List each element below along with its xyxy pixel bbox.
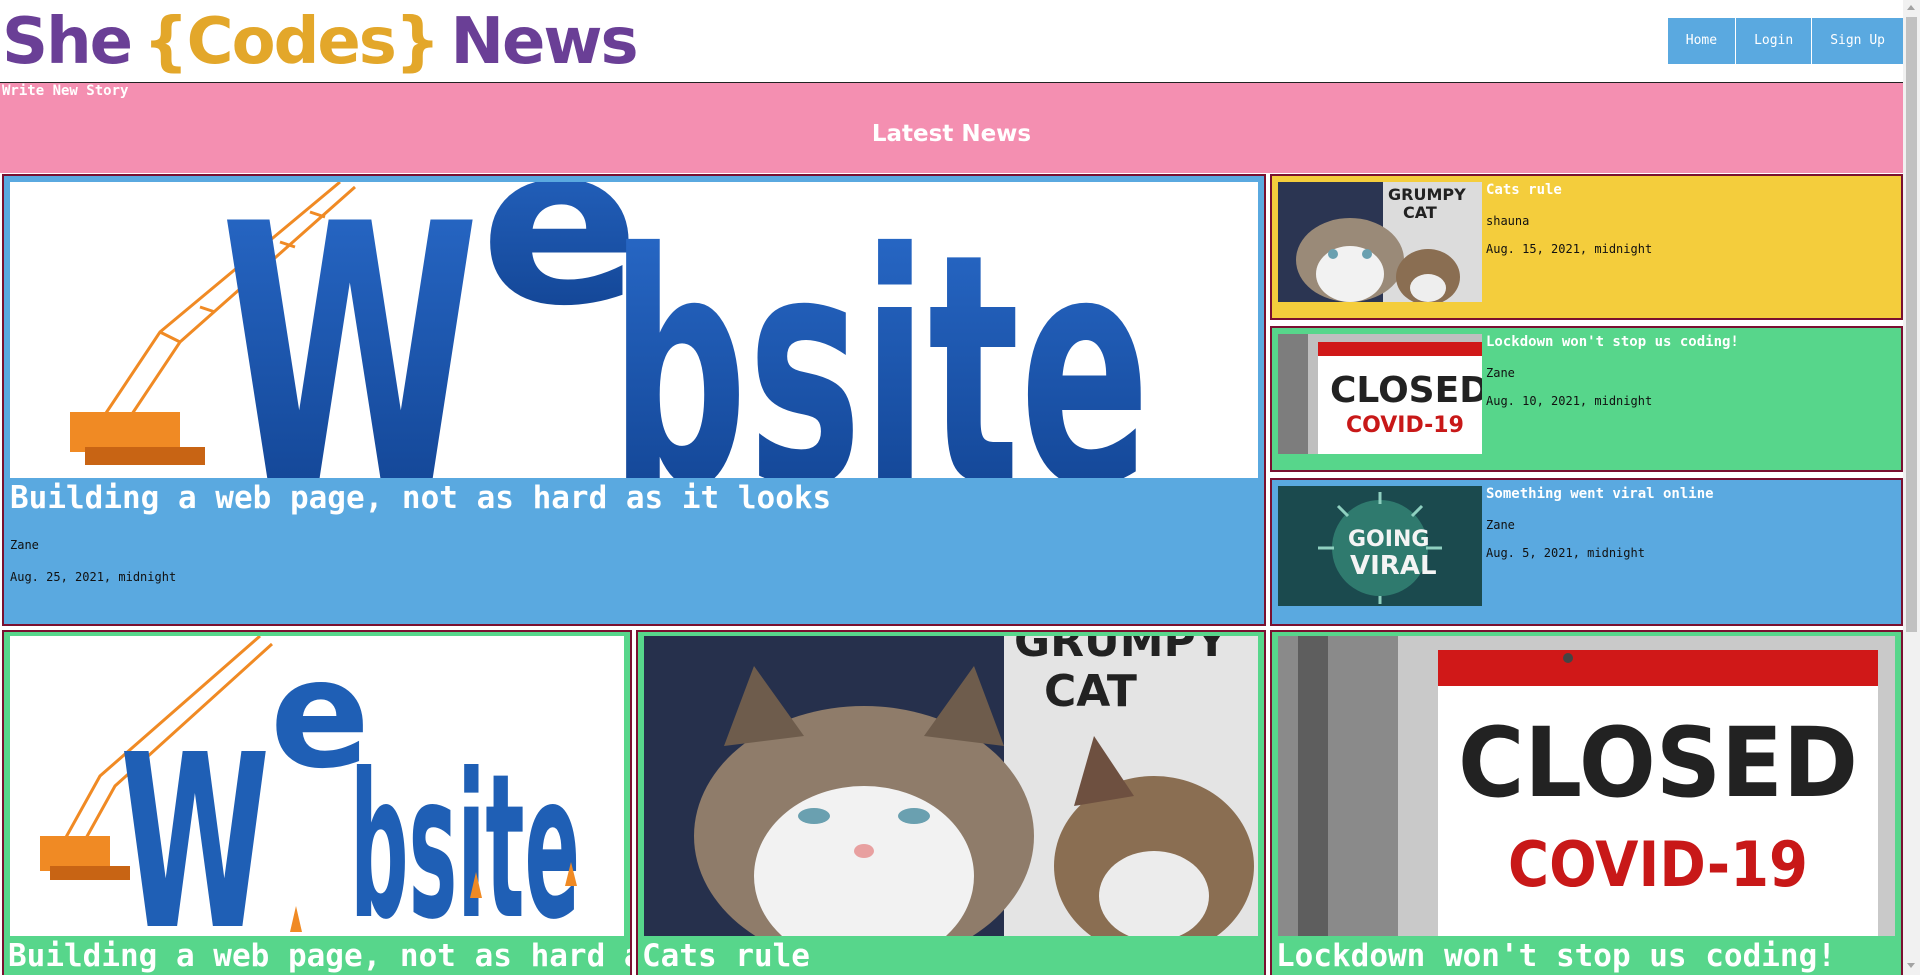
side-story-image-cat: GRUMPY CAT — [1278, 182, 1482, 302]
side-story-title[interactable]: Cats rule — [1486, 182, 1652, 198]
svg-text:bsite: bsite — [610, 186, 1150, 478]
grid-story-title[interactable]: Lockdown won't stop us coding! — [1276, 938, 1836, 974]
side-story-text: Something went viral online Zane Aug. 5,… — [1486, 486, 1714, 560]
scrollbar-down-arrow[interactable] — [1907, 963, 1915, 968]
latest-news-heading: Latest News — [871, 121, 1032, 147]
side-story-author: Zane — [1486, 518, 1515, 532]
featured-story-author: Zane — [10, 538, 39, 552]
svg-text:CLOSED: CLOSED — [1330, 370, 1482, 411]
page-scrollbar[interactable] — [1903, 0, 1920, 975]
side-story-card[interactable]: GOING VIRAL Something went viral online … — [1270, 478, 1903, 626]
logo-she: She — [2, 5, 133, 79]
site-logo[interactable]: She {Codes} News — [2, 2, 639, 82]
grid-story-image-website: W e bsite — [10, 636, 624, 936]
site-header: She {Codes} News Home Login Sign Up — [0, 0, 1903, 83]
grid-story-card[interactable]: GRUMPY CAT Cats rule — [636, 630, 1266, 975]
page: She {Codes} News Home Login Sign Up Write … — [0, 0, 1903, 975]
side-story-card[interactable]: GRUMPY CAT Cats rule shauna Aug. 15, 202… — [1270, 174, 1903, 320]
grid-story-title[interactable]: Building a web page, not as hard as — [8, 938, 630, 974]
svg-text:CLOSED: CLOSED — [1458, 707, 1858, 819]
scrollbar-up-arrow[interactable] — [1907, 5, 1915, 10]
side-story-title[interactable]: Lockdown won't stop us coding! — [1486, 334, 1739, 350]
side-story-image-closed: CLOSED COVID-19 — [1278, 334, 1482, 454]
logo-codes: {Codes} — [143, 5, 440, 79]
side-story-card[interactable]: CLOSED COVID-19 Lockdown won't stop us c… — [1270, 326, 1903, 472]
featured-story-card[interactable]: W e bsite Building a web page, not as ha… — [2, 174, 1266, 626]
svg-text:CAT: CAT — [1044, 666, 1137, 717]
svg-text:GRUMPY: GRUMPY — [1014, 636, 1229, 667]
side-story-date: Aug. 10, 2021, midnight — [1486, 394, 1653, 408]
nav-signup-button[interactable]: Sign Up — [1812, 18, 1903, 64]
grid-story-title[interactable]: Cats rule — [642, 938, 810, 974]
side-story-author: shauna — [1486, 214, 1530, 228]
main-nav: Home Login Sign Up — [1667, 18, 1903, 64]
nav-login-button[interactable]: Login — [1736, 18, 1813, 64]
side-story-date: Aug. 5, 2021, midnight — [1486, 546, 1645, 560]
side-story-date: Aug. 15, 2021, midnight — [1486, 242, 1653, 256]
side-story-text: Cats rule shauna Aug. 15, 2021, midnight — [1486, 182, 1652, 256]
featured-story-title[interactable]: Building a web page, not as hard as it l… — [10, 480, 831, 516]
grid-story-card[interactable]: CLOSED COVID-19 Lockdown won't stop us c… — [1270, 630, 1903, 975]
logo-news: News — [450, 5, 638, 79]
side-story-image-viral: GOING VIRAL — [1278, 486, 1482, 606]
side-story-text: Lockdown won't stop us coding! Zane Aug.… — [1486, 334, 1739, 408]
svg-text:CAT: CAT — [1403, 203, 1437, 222]
svg-text:bsite: bsite — [350, 731, 580, 936]
svg-text:GRUMPY: GRUMPY — [1388, 185, 1466, 204]
svg-text:GOING: GOING — [1348, 527, 1429, 552]
nav-home-button[interactable]: Home — [1667, 18, 1737, 64]
svg-text:COVID-19: COVID-19 — [1346, 413, 1464, 438]
side-story-title[interactable]: Something went viral online — [1486, 486, 1714, 502]
svg-text:W: W — [220, 182, 480, 478]
svg-text:W: W — [120, 703, 270, 936]
write-new-story-link[interactable]: Write New Story — [2, 83, 128, 99]
side-story-author: Zane — [1486, 366, 1515, 380]
featured-story-image: W e bsite — [10, 182, 1258, 478]
grid-story-image-cat: GRUMPY CAT — [644, 636, 1258, 936]
featured-story-date: Aug. 25, 2021, midnight — [10, 570, 177, 584]
latest-news-banner: Write New Story Latest News — [0, 83, 1903, 173]
grid-story-image-closed: CLOSED COVID-19 — [1278, 636, 1895, 936]
grid-story-card[interactable]: W e bsite Building a web page, not as ha… — [2, 630, 632, 975]
svg-text:VIRAL: VIRAL — [1350, 551, 1437, 581]
svg-text:COVID-19: COVID-19 — [1508, 828, 1808, 901]
scrollbar-thumb[interactable] — [1906, 17, 1917, 632]
